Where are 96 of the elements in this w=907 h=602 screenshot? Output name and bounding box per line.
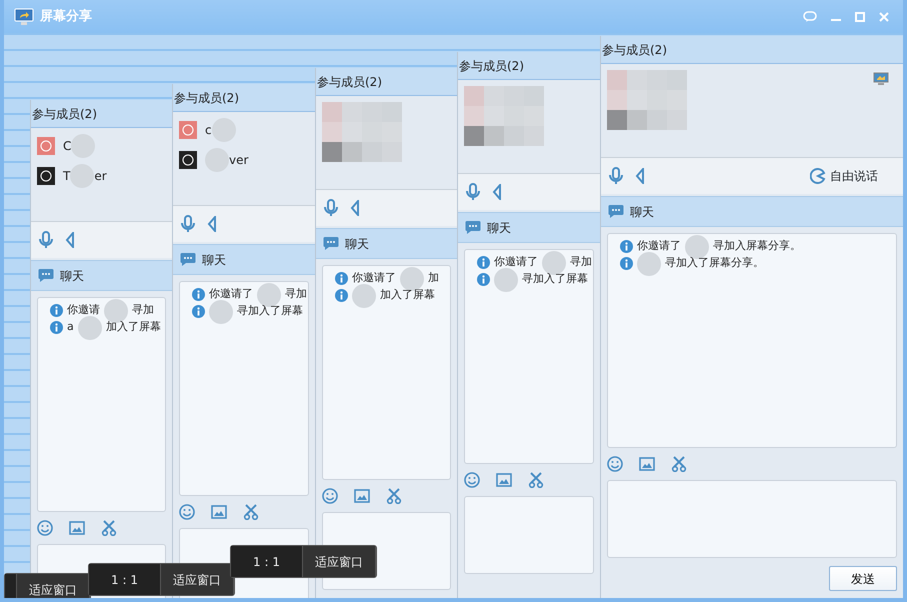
- chat-bubble-icon[interactable]: [803, 10, 817, 22]
- info-icon: [620, 257, 633, 270]
- message-text: 你邀请了: [494, 254, 538, 270]
- speaker-icon[interactable]: [65, 232, 75, 248]
- info-icon: [192, 305, 205, 318]
- image-icon[interactable]: [496, 473, 512, 487]
- chat-bubble-icon: [465, 220, 481, 235]
- message-text: ver: [229, 152, 248, 169]
- message-text: 你邀请了: [209, 286, 253, 302]
- scissors-icon[interactable]: [101, 520, 117, 536]
- message-text: a: [67, 319, 74, 336]
- members-header: 参与成员(2): [459, 58, 524, 74]
- actual-size-button[interactable]: 1 : 1: [89, 564, 161, 595]
- smiley-icon[interactable]: [179, 504, 195, 520]
- chat-label: 聊天: [60, 268, 84, 284]
- avatar-icon: [179, 121, 197, 139]
- smiley-icon[interactable]: [464, 472, 480, 488]
- message-text: c: [205, 122, 212, 139]
- message-text: 你邀请: [67, 302, 100, 318]
- chat-label: 聊天: [202, 252, 226, 268]
- members-header: 参与成员(2): [317, 74, 382, 90]
- members-header: 参与成员(2): [602, 42, 667, 58]
- avatar-icon: [37, 167, 55, 185]
- image-icon[interactable]: [69, 521, 85, 535]
- actual-size-button[interactable]: 1 : 1: [231, 546, 303, 577]
- scissors-icon[interactable]: [243, 504, 259, 520]
- message-input[interactable]: [607, 480, 897, 558]
- info-icon: [335, 289, 348, 302]
- microphone-icon[interactable]: [609, 167, 623, 185]
- fit-window-button[interactable]: 适应窗口: [161, 564, 234, 595]
- close-icon[interactable]: [879, 12, 889, 22]
- info-icon: [335, 272, 348, 285]
- fit-window-button[interactable]: 适应窗口: [303, 546, 376, 577]
- message-text: 加入了屏幕: [106, 319, 161, 336]
- message-text: 寻加: [132, 302, 154, 318]
- message-text: 你邀请了: [637, 238, 681, 254]
- chat-label: 聊天: [630, 204, 654, 220]
- image-icon[interactable]: [211, 505, 227, 519]
- maximize-icon[interactable]: [855, 12, 865, 22]
- info-icon: [477, 256, 490, 269]
- message-text: 加: [428, 270, 439, 286]
- info-icon: [620, 240, 633, 253]
- smiley-icon[interactable]: [322, 488, 338, 504]
- message-text: 加入了屏幕: [380, 287, 435, 304]
- smiley-icon[interactable]: [37, 520, 53, 536]
- microphone-icon[interactable]: [181, 215, 195, 233]
- chat-bubble-icon: [323, 236, 339, 251]
- message-text: 你邀请了: [352, 270, 396, 286]
- scissors-icon[interactable]: [528, 472, 544, 488]
- blur-blob: [352, 284, 376, 308]
- image-icon[interactable]: [639, 457, 655, 471]
- speaker-icon[interactable]: [492, 184, 502, 200]
- speaker-icon[interactable]: [350, 200, 360, 216]
- info-icon: [50, 321, 63, 334]
- message-text: 寻加入了屏幕: [522, 271, 588, 288]
- message-input[interactable]: [464, 496, 594, 574]
- members-header: 参与成员(2): [174, 90, 239, 106]
- members-header: 参与成员(2): [32, 106, 97, 122]
- message-text: C: [63, 138, 72, 155]
- message-text: 寻加入了屏幕: [237, 303, 303, 320]
- info-icon: [192, 288, 205, 301]
- chat-label: 聊天: [345, 236, 369, 252]
- image-icon[interactable]: [354, 489, 370, 503]
- message-text: 寻加: [285, 286, 307, 302]
- smiley-icon[interactable]: [607, 456, 623, 472]
- blur-blob: [78, 316, 102, 340]
- speaker-icon[interactable]: [207, 216, 217, 232]
- message-text: T: [63, 168, 70, 185]
- microphone-icon[interactable]: [39, 231, 53, 249]
- blur-blob: [209, 300, 233, 324]
- monitor-icon[interactable]: [873, 72, 889, 86]
- chat-bubble-icon: [608, 204, 624, 219]
- speaker-icon[interactable]: [635, 168, 645, 184]
- message-text: er: [94, 168, 107, 185]
- send-button[interactable]: 发送: [829, 566, 897, 591]
- scissors-icon[interactable]: [671, 456, 687, 472]
- chat-bubble-icon: [180, 252, 196, 267]
- microphone-icon[interactable]: [324, 199, 338, 217]
- speech-icon: [810, 168, 826, 184]
- free-talk-button[interactable]: 自由说话: [809, 166, 879, 186]
- monitor-share-icon: [14, 8, 34, 26]
- blur-blob: [494, 268, 518, 292]
- blur-blob: [637, 252, 661, 276]
- chat-label: 聊天: [487, 220, 511, 236]
- avatar-icon: [37, 137, 55, 155]
- scissors-icon[interactable]: [386, 488, 402, 504]
- chat-bubble-icon: [38, 268, 54, 283]
- fit-window-button[interactable]: 适应窗口: [17, 574, 90, 598]
- message-text: 寻加入屏幕分享。: [713, 238, 801, 254]
- message-text: 寻加入了屏幕分享。: [665, 255, 764, 272]
- info-icon: [477, 273, 490, 286]
- avatar-icon: [179, 151, 197, 169]
- info-icon: [50, 304, 63, 317]
- microphone-icon[interactable]: [466, 183, 480, 201]
- message-text: 寻加: [570, 254, 592, 270]
- window-title: 屏幕分享: [40, 8, 92, 26]
